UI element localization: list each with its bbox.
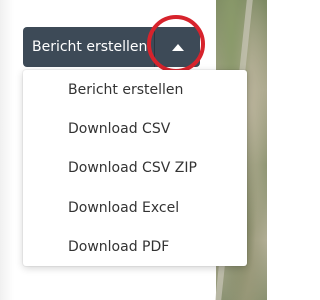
create-report-button[interactable]: Bericht erstellen (23, 27, 154, 67)
page-edge-shadow (0, 0, 14, 300)
menu-item-create-report[interactable]: Bericht erstellen (68, 82, 183, 98)
menu-item-download-excel[interactable]: Download Excel (68, 200, 179, 216)
menu-item-download-pdf[interactable]: Download PDF (68, 239, 169, 255)
caret-up-icon (171, 43, 184, 51)
menu-item-download-csv-zip[interactable]: Download CSV ZIP (68, 160, 197, 176)
menu-item-download-csv[interactable]: Download CSV (68, 121, 170, 137)
export-dropdown-menu: Bericht erstellen Download CSV Download … (23, 70, 247, 266)
report-split-button: Bericht erstellen (23, 27, 200, 67)
dropdown-toggle-button[interactable] (155, 27, 200, 67)
